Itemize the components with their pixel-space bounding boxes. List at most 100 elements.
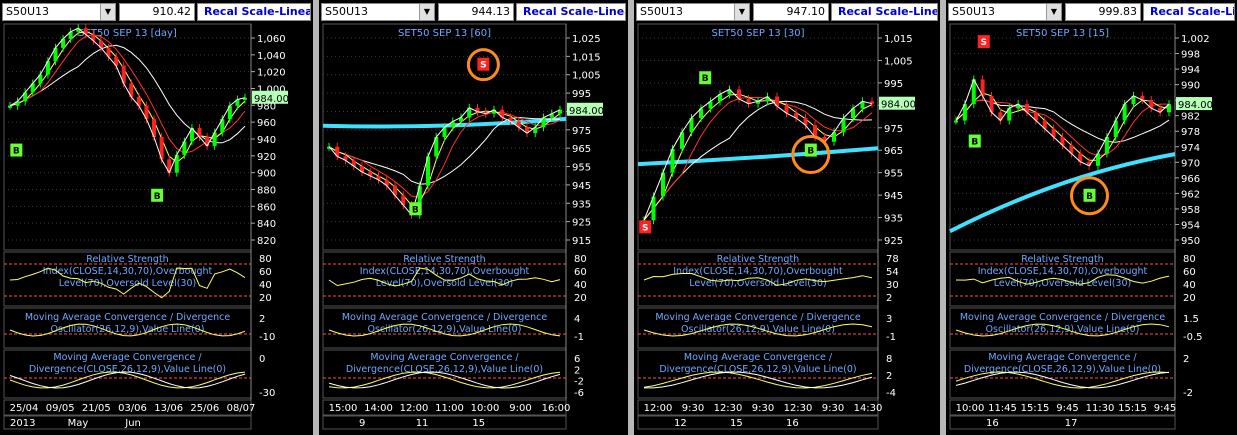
rsi-tick-label: 80 bbox=[259, 254, 272, 265]
signal-marker-label: B bbox=[1086, 192, 1093, 202]
macd-title: Divergence(CLOSE,26,12,9),Value Line(0) bbox=[29, 364, 226, 375]
current-price-label: 984.00 bbox=[254, 94, 289, 105]
x-tick-label: 15:15 bbox=[1021, 403, 1050, 414]
pane-frame bbox=[637, 23, 879, 251]
macd-osc-title: Moving Average Convergence / Divergence bbox=[342, 312, 548, 323]
x-period-label: 11 bbox=[416, 418, 429, 429]
macd-osc-tick-label: -1 bbox=[886, 332, 896, 343]
x-period-label: 9 bbox=[359, 418, 365, 429]
rsi-tick-label: 54 bbox=[886, 267, 899, 278]
y-tick-label: 1,025 bbox=[572, 34, 601, 45]
x-tick-label: 03/06 bbox=[118, 403, 147, 414]
macd-osc-title: Oscillator(26,12,9),Value Line(0) bbox=[51, 324, 205, 335]
signal-marker-label: B bbox=[702, 74, 709, 84]
y-tick-label: 954 bbox=[1181, 220, 1200, 231]
chart-title: SET50 SEP 13 [15] bbox=[1016, 28, 1109, 39]
macd-tick-label: 8 bbox=[886, 354, 892, 365]
y-tick-label: 990 bbox=[1181, 81, 1200, 92]
x-period-label: 15 bbox=[730, 418, 743, 429]
macd-osc-tick-label: 1.5 bbox=[1183, 314, 1199, 325]
y-tick-label: 840 bbox=[257, 219, 276, 230]
y-tick-label: 982 bbox=[1181, 112, 1200, 123]
x-tick-label: 12:30 bbox=[714, 403, 743, 414]
x-tick-label: 11:45 bbox=[988, 403, 1017, 414]
macd-title: Moving Average Convergence / bbox=[988, 352, 1137, 363]
y-tick-label: 995 bbox=[884, 79, 903, 90]
macd-osc-tick-label: -0.5 bbox=[1183, 332, 1203, 343]
y-tick-label: 935 bbox=[884, 214, 903, 225]
y-tick-label: 945 bbox=[884, 191, 903, 202]
rsi-tick-label: 20 bbox=[1183, 293, 1196, 304]
fast-moving-average-line bbox=[955, 92, 1170, 161]
x-period-label: 2013 bbox=[10, 418, 35, 429]
current-price-label: 984.00 bbox=[1178, 100, 1213, 111]
y-tick-label: 975 bbox=[572, 126, 591, 137]
signal-marker-label: B bbox=[13, 147, 20, 157]
macd-osc-tick-label: 3 bbox=[886, 314, 892, 325]
chart-svg: SET50 SEP 13 [15]1,002998994990986982978… bbox=[949, 23, 1213, 430]
x-tick-label: 25/04 bbox=[10, 403, 39, 414]
chart-svg: SET50 SEP 13 [60]1,0251,0151,00599598597… bbox=[322, 23, 604, 430]
y-tick-label: 925 bbox=[572, 218, 591, 229]
y-tick-label: 970 bbox=[1181, 158, 1200, 169]
macd-tick-label: 2 bbox=[1183, 354, 1189, 365]
y-tick-label: 1,020 bbox=[257, 68, 286, 79]
x-period-label: 12 bbox=[674, 418, 687, 429]
y-tick-label: 1,005 bbox=[572, 71, 601, 82]
rsi-title: Relative Strength bbox=[86, 254, 168, 265]
rsi-tick-label: 60 bbox=[1183, 267, 1196, 278]
macd-osc-title: Moving Average Convergence / Divergence bbox=[25, 312, 231, 323]
x-period-label: 16 bbox=[986, 418, 999, 429]
y-tick-label: 1,040 bbox=[257, 51, 286, 62]
rsi-tick-label: 20 bbox=[574, 293, 587, 304]
y-tick-label: 915 bbox=[572, 236, 591, 247]
signal-marker-label: S bbox=[981, 38, 987, 48]
y-tick-label: 974 bbox=[1181, 143, 1200, 154]
candle bbox=[8, 105, 12, 108]
price-line bbox=[643, 88, 873, 221]
rsi-tick-label: 30 bbox=[886, 280, 899, 291]
signal-marker-label: B bbox=[807, 147, 814, 157]
macd-title: Moving Average Convergence / bbox=[370, 352, 519, 363]
y-tick-label: 1,015 bbox=[884, 34, 913, 45]
y-tick-label: 935 bbox=[572, 199, 591, 210]
chart-svg: SET50 SEP 13 [30]1,0151,0059959859759659… bbox=[637, 23, 916, 430]
y-tick-label: 820 bbox=[257, 236, 276, 247]
y-tick-label: 860 bbox=[257, 202, 276, 213]
long-moving-average-line bbox=[949, 152, 1176, 234]
rsi-tick-label: 78 bbox=[886, 254, 899, 265]
macd-title: Moving Average Convergence / bbox=[53, 352, 202, 363]
y-tick-label: 994 bbox=[1181, 65, 1200, 76]
y-tick-label: 966 bbox=[1181, 174, 1200, 185]
y-tick-label: 945 bbox=[572, 181, 591, 192]
macd-tick-label: -2 bbox=[1183, 388, 1193, 399]
x-tick-label: 9:45 bbox=[1056, 403, 1078, 414]
y-tick-label: 920 bbox=[257, 152, 276, 163]
x-tick-label: 14:30 bbox=[854, 403, 883, 414]
macd-tick-label: 2 bbox=[886, 371, 892, 382]
macd-osc-tick-label: 4 bbox=[574, 314, 580, 325]
x-period-label: 15 bbox=[472, 418, 485, 429]
rsi-title: Index(CLOSE,14,30,70),Overbought bbox=[673, 266, 843, 277]
x-period-label: May bbox=[68, 418, 89, 429]
x-tick-label: 9:30 bbox=[822, 403, 844, 414]
macd-title: Divergence(CLOSE,26,12,9),Value Line(0) bbox=[659, 364, 856, 375]
rsi-title: Relative Strength bbox=[1021, 254, 1103, 265]
x-tick-label: 11:30 bbox=[1086, 403, 1115, 414]
x-tick-label: 21/05 bbox=[82, 403, 111, 414]
rsi-title: Relative Strength bbox=[403, 254, 485, 265]
mid-moving-average-line bbox=[9, 34, 246, 154]
x-tick-label: 9:30 bbox=[752, 403, 774, 414]
y-tick-label: 1,015 bbox=[572, 52, 601, 63]
x-tick-label: 10:00 bbox=[471, 403, 500, 414]
macd-tick-label: 6 bbox=[574, 354, 580, 365]
signal-marker-label: B bbox=[971, 138, 978, 148]
y-tick-label: 958 bbox=[1181, 205, 1200, 216]
rsi-title: Relative Strength bbox=[717, 254, 799, 265]
chart-title: SET50 SEP 13 [60] bbox=[398, 28, 491, 39]
fast-moving-average-line bbox=[9, 30, 246, 163]
x-tick-label: 9:00 bbox=[509, 403, 531, 414]
x-period-label: 17 bbox=[1065, 418, 1078, 429]
y-tick-label: 1,002 bbox=[1181, 34, 1210, 45]
macd-title: Moving Average Convergence / bbox=[684, 352, 833, 363]
